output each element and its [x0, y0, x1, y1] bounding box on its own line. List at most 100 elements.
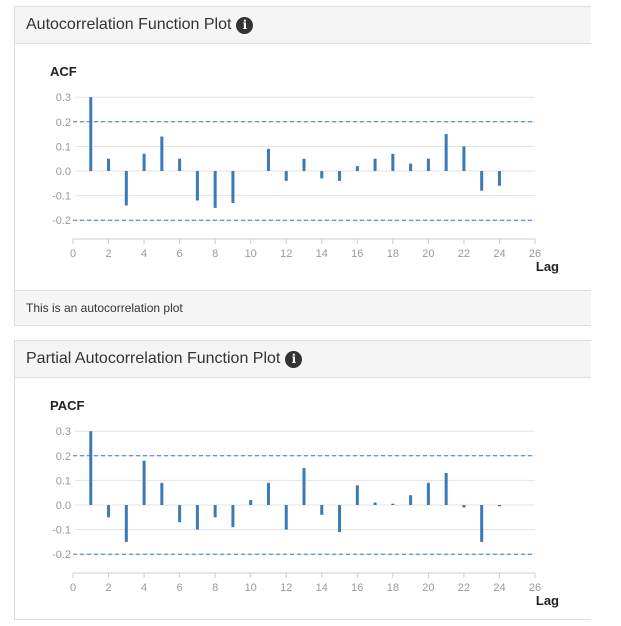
- bar: [462, 146, 466, 171]
- acf-panel-title: Autocorrelation Function Plot: [26, 16, 232, 33]
- x-tick-label: 14: [316, 248, 328, 260]
- bar: [284, 505, 288, 530]
- bar: [480, 171, 484, 191]
- info-icon[interactable]: i: [236, 16, 254, 34]
- y-tick-label: 0.1: [56, 141, 71, 153]
- bar: [266, 148, 270, 171]
- x-tick-label: 4: [141, 248, 147, 260]
- y-tick-label: -0.1: [52, 525, 71, 537]
- bar: [338, 505, 342, 533]
- y-tick-label: 0.1: [56, 475, 71, 487]
- bar: [302, 468, 306, 505]
- bar: [480, 505, 484, 542]
- acf-panel-footer: This is an autocorrelation plot: [15, 290, 591, 325]
- acf-panel-body: ACF -0.2 -0.1 0.0 0.1 0.2 0.3 0 2 4 6 8 10 12 14 16 18 20…: [15, 44, 591, 295]
- x-tick-label: 22: [458, 582, 470, 594]
- bar: [249, 500, 253, 505]
- bar: [213, 171, 217, 208]
- info-icon[interactable]: i: [285, 350, 303, 368]
- x-tick-label: 24: [493, 582, 505, 594]
- bar: [462, 505, 466, 508]
- bar: [195, 505, 199, 530]
- x-tick-label: 2: [105, 582, 111, 594]
- bar: [178, 158, 182, 171]
- bar: [426, 158, 430, 171]
- bar: [444, 473, 448, 505]
- bar: [302, 158, 306, 171]
- bar: [444, 134, 448, 171]
- bar: [142, 153, 146, 171]
- x-tick-label: 10: [245, 582, 257, 594]
- x-tick-label: 6: [177, 582, 183, 594]
- bar: [284, 171, 288, 181]
- x-tick-label: 12: [280, 582, 292, 594]
- bar: [142, 460, 146, 505]
- acf-x-axis-label: Lag: [536, 259, 559, 274]
- pacf-chart-title: PACF: [50, 398, 84, 413]
- bar: [373, 158, 377, 171]
- y-tick-label: -0.2: [52, 549, 71, 561]
- bar: [320, 505, 324, 515]
- bar: [497, 505, 501, 507]
- bar: [391, 153, 395, 171]
- x-tick-label: 0: [70, 248, 76, 260]
- y-tick-label: -0.2: [52, 215, 71, 227]
- pacf-chart: PACF -0.2 -0.1 0.0 0.1 0.2 0.3 0 2 4 6 8 10 12 14 16 18 2…: [50, 398, 559, 608]
- x-tick-label: 2: [105, 248, 111, 260]
- bar: [409, 163, 413, 171]
- pacf-panel-title: Partial Autocorrelation Function Plot: [26, 350, 281, 367]
- pacf-panel-heading: Partial Autocorrelation Function Plot i: [15, 341, 591, 378]
- bar: [195, 171, 199, 201]
- bar: [213, 505, 217, 518]
- x-tick-label: 6: [177, 248, 183, 260]
- bar: [89, 97, 93, 171]
- x-tick-label: 24: [493, 248, 505, 260]
- x-tick-label: 18: [387, 248, 399, 260]
- bar: [497, 171, 501, 186]
- x-tick-label: 14: [316, 582, 328, 594]
- pacf-panel: Partial Autocorrelation Function Plot i …: [14, 340, 591, 620]
- x-tick-label: 10: [245, 248, 257, 260]
- x-tick-label: 16: [351, 582, 363, 594]
- bar: [124, 505, 128, 542]
- bar: [391, 503, 395, 505]
- acf-footer-text: This is an autocorrelation plot: [26, 301, 183, 315]
- y-tick-label: 0.3: [56, 426, 71, 438]
- bar: [355, 485, 359, 505]
- bar: [107, 158, 111, 171]
- x-tick-label: 12: [280, 248, 292, 260]
- bar: [266, 482, 270, 505]
- bar: [160, 482, 164, 505]
- acf-chart-title: ACF: [50, 64, 77, 79]
- bar: [338, 171, 342, 181]
- bar: [409, 495, 413, 505]
- bar: [89, 431, 93, 505]
- bar: [320, 171, 324, 179]
- bar: [107, 505, 111, 518]
- y-tick-label: 0.0: [56, 500, 71, 512]
- y-tick-label: 0.2: [56, 117, 71, 129]
- bar: [231, 171, 235, 203]
- bar: [355, 166, 359, 171]
- x-tick-label: 18: [387, 582, 399, 594]
- bar: [124, 171, 128, 206]
- x-tick-label: 20: [422, 582, 434, 594]
- bar: [373, 502, 377, 505]
- x-tick-label: 0: [70, 582, 76, 594]
- y-tick-label: -0.1: [52, 191, 71, 203]
- x-tick-label: 16: [351, 248, 363, 260]
- acf-chart: ACF-0.2-0.10.00.10.20.30 2 4 6 8 10 12 14 16 18 20…: [50, 64, 559, 274]
- pacf-panel-body: PACF -0.2 -0.1 0.0 0.1 0.2 0.3 0 2 4 6 8 10 12 14 16 18 2…: [15, 378, 591, 623]
- bar: [426, 482, 430, 505]
- bar: [178, 505, 182, 523]
- bar: [160, 136, 164, 171]
- bar: [231, 505, 235, 528]
- x-tick-label: 8: [212, 248, 218, 260]
- acf-panel: Autocorrelation Function Plot i ACF -0.2 -…: [14, 6, 591, 326]
- pacf-x-axis-label: Lag: [536, 593, 559, 608]
- x-tick-label: 22: [458, 248, 470, 260]
- x-tick-label: 20: [422, 248, 434, 260]
- x-tick-label: 8: [212, 582, 218, 594]
- y-tick-label: 0.2: [56, 451, 71, 463]
- acf-panel-heading: Autocorrelation Function Plot i: [15, 7, 591, 44]
